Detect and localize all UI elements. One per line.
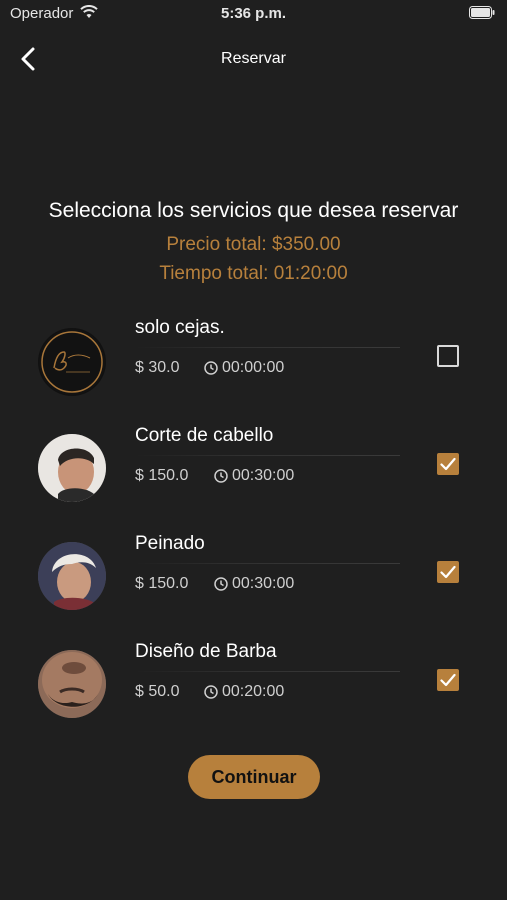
haircut-photo-icon	[38, 434, 106, 502]
barber-logo-icon	[39, 329, 105, 395]
service-name: solo cejas.	[135, 317, 225, 338]
service-price: $ 150.0	[135, 467, 189, 484]
service-price: $ 50.0	[135, 683, 180, 700]
checkmark-icon	[440, 565, 456, 579]
service-avatar	[38, 542, 106, 610]
service-duration: 00:20:00	[222, 683, 285, 700]
service-duration: 00:30:00	[232, 467, 295, 484]
continue-button[interactable]: Continuar	[188, 755, 320, 799]
beard-photo-icon	[38, 650, 106, 718]
service-price: $ 150.0	[135, 575, 189, 592]
service-checkbox[interactable]	[437, 345, 459, 367]
service-avatar	[38, 650, 106, 718]
service-avatar	[38, 434, 106, 502]
service-item: Peinado $ 150.0 00:30:00	[0, 526, 507, 626]
clock-icon	[204, 361, 218, 375]
service-duration: 00:00:00	[222, 359, 285, 376]
service-price: $ 30.0	[135, 359, 180, 376]
service-item: solo cejas. $ 30.0 00:00:00	[0, 310, 507, 410]
service-item: Corte de cabello $ 150.0 00:30:00	[0, 418, 507, 518]
total-price: Precio total: $350.00	[166, 234, 341, 255]
service-checkbox[interactable]	[437, 453, 459, 475]
service-item: Diseño de Barba $ 50.0 00:20:00	[0, 634, 507, 734]
service-name: Corte de cabello	[135, 425, 274, 446]
checkmark-icon	[440, 457, 456, 471]
instructions-heading: Selecciona los servicios que desea reser…	[48, 199, 459, 222]
service-name: Diseño de Barba	[135, 641, 277, 662]
divider	[135, 347, 400, 348]
status-time: 5:36 p.m.	[220, 5, 287, 22]
styled-hair-photo-icon	[38, 542, 106, 610]
service-checkbox[interactable]	[437, 561, 459, 583]
clock-icon	[204, 685, 218, 699]
page-title: Reservar	[221, 50, 286, 67]
clock-icon	[214, 469, 228, 483]
divider	[135, 563, 400, 564]
service-avatar	[38, 328, 106, 396]
service-checkbox[interactable]	[437, 669, 459, 691]
battery-icon	[469, 6, 495, 19]
divider	[135, 671, 400, 672]
total-time: Tiempo total: 01:20:00	[159, 263, 348, 284]
nav-bar: Reservar	[0, 36, 507, 84]
divider	[135, 455, 400, 456]
checkmark-icon	[440, 673, 456, 687]
service-duration: 00:30:00	[232, 575, 295, 592]
service-name: Peinado	[135, 533, 205, 554]
clock-icon	[214, 577, 228, 591]
status-bar: Operador 5:36 p.m.	[0, 0, 507, 28]
